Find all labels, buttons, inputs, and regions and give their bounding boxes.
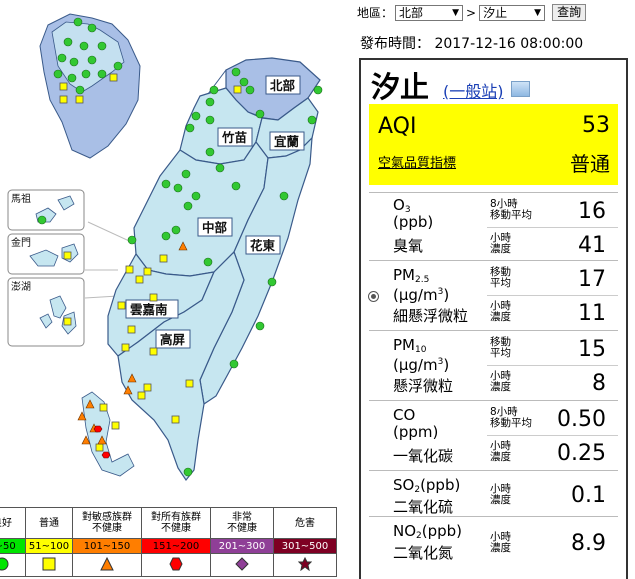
- hourly-label: 小時 濃度: [490, 300, 511, 323]
- pollutant-row-co: CO (ppm) 一氧化碳 8小時 移動平均 0.50 小時 濃度 0.25: [369, 400, 618, 471]
- svg-text:中部: 中部: [202, 220, 228, 235]
- pollutant-row-o3: O3 (ppb) 臭氧 8小時 移動平均 16 小時 濃度 41: [369, 192, 618, 261]
- avg-type-label: 8小時 移動平均: [490, 406, 532, 429]
- station-type: (一般站): [443, 78, 504, 102]
- pollutant-name: 二氧化硫: [393, 498, 454, 516]
- aqi-box: AQI 53 空氣品質指標 普通: [369, 104, 618, 185]
- publish-time: 發布時間： 2017-12-16 08:00:00: [360, 33, 583, 53]
- query-button[interactable]: 查詢: [552, 4, 587, 21]
- svg-text:金門: 金門: [11, 236, 31, 249]
- pollutant-row-pm10: PM10 (μg/m3) 懸浮微粒 移動 平均 15 小時 濃度 8: [369, 330, 618, 401]
- avg-type-label: 移動 平均: [490, 266, 511, 289]
- station-select-value: 汐止: [483, 5, 508, 20]
- legend-label-moderate: 普通: [25, 507, 73, 539]
- pollutant-avg-value: 15: [578, 337, 606, 362]
- aqi-legend: 良好 普通 對敏感族群 不健康 對所有族群 不健康 非常 不健康 危害 0~50…: [0, 507, 337, 577]
- selector-separator: >: [466, 5, 477, 20]
- station-name: 汐止: [371, 70, 430, 104]
- legend-star-icon: [273, 553, 337, 577]
- area-select-value: 北部: [399, 5, 424, 20]
- legend-triangle-icon: [72, 553, 142, 577]
- pollutant-hourly-value: 0.25: [557, 441, 606, 466]
- legend-range-very-unhealthy: 201~300: [210, 538, 274, 554]
- pollutant-hourly-value: 8.9: [571, 531, 606, 556]
- aqi-value: 53: [582, 113, 610, 138]
- svg-text:澎湖: 澎湖: [11, 281, 31, 293]
- pollutant-name: 懸浮微粒: [393, 377, 454, 395]
- aqi-label: AQI: [378, 114, 417, 139]
- pollutant-name: 一氧化碳: [393, 447, 454, 465]
- pollutant-formula: CO: [393, 406, 416, 424]
- photo-icon[interactable]: [511, 81, 530, 97]
- chevron-down-icon: ▼: [452, 7, 460, 18]
- aqi-status: 普通: [570, 152, 610, 176]
- pollutant-name: 細懸浮微粒: [393, 307, 469, 325]
- taiwan-aqi-map: 北部 竹苗 宜蘭 中部 花東 雲嘉南 高屏 馬祖 金門 澎湖: [7, 13, 323, 482]
- legend-hexagon-icon: [141, 553, 211, 577]
- area-select[interactable]: 北部 ▼: [395, 4, 464, 21]
- pollutant-row-no2: NO2(ppb) 二氧化氮 小時 濃度 8.9: [369, 516, 618, 567]
- station-type-link[interactable]: (一般站): [443, 82, 504, 101]
- hourly-label: 小時 濃度: [490, 483, 511, 506]
- pollutant-unit: (ppb): [393, 213, 434, 231]
- legend-square-icon: [25, 553, 73, 577]
- legend-label-good: 良好: [0, 507, 26, 539]
- legend-range-unhealthy: 151~200: [141, 538, 211, 554]
- hourly-label: 小時 濃度: [490, 370, 511, 393]
- legend-label-hazardous: 危害: [273, 507, 337, 539]
- hourly-label: 小時 濃度: [490, 440, 511, 463]
- svg-text:花東: 花東: [250, 238, 276, 253]
- legend-range-good: 0~50: [0, 538, 26, 554]
- svg-text:雲嘉南: 雲嘉南: [130, 302, 168, 317]
- legend-range-moderate: 51~100: [25, 538, 73, 554]
- pollutant-row-pm25: PM2.5 (μg/m3) 細懸浮微粒 移動 平均 17 小時 濃度 11: [369, 260, 618, 331]
- legend-range-hazardous: 301~500: [273, 538, 337, 554]
- legend-label-unhealthy: 對所有族群 不健康: [141, 507, 211, 539]
- pollutant-hourly-value: 41: [578, 233, 606, 258]
- svg-text:北部: 北部: [270, 78, 296, 93]
- pollutant-unit: (ppm): [393, 423, 439, 441]
- avg-type-label: 8小時 移動平均: [490, 198, 532, 221]
- pollutant-avg-value: 16: [578, 199, 606, 224]
- pollutant-avg-value: 17: [578, 267, 606, 292]
- chevron-down-icon: ▼: [534, 7, 542, 18]
- aqi-info-link[interactable]: 空氣品質指標: [378, 152, 456, 171]
- publish-time-value: 2017-12-16 08:00:00: [434, 36, 584, 52]
- pollutant-name: 臭氧: [393, 237, 424, 255]
- legend-circle-icon: [0, 553, 26, 577]
- hourly-label: 小時 濃度: [490, 531, 511, 554]
- pollutant-unit: (μg/m3): [393, 356, 450, 374]
- station-select[interactable]: 汐止 ▼: [479, 4, 546, 21]
- legend-diamond-icon: [210, 553, 274, 577]
- svg-text:宜蘭: 宜蘭: [274, 134, 300, 149]
- legend-label-very-unhealthy: 非常 不健康: [210, 507, 274, 539]
- pollutant-hourly-value: 11: [578, 301, 606, 326]
- pollutant-unit: (μg/m3): [393, 286, 450, 304]
- station-selector: 地區： 北部 ▼ > 汐止 ▼ 查詢: [357, 4, 587, 21]
- hourly-label: 小時 濃度: [490, 232, 511, 255]
- svg-text:竹苗: 竹苗: [221, 130, 248, 145]
- svg-text:高屏: 高屏: [160, 332, 186, 347]
- svg-text:馬祖: 馬祖: [11, 192, 31, 205]
- area-label: 地區：: [357, 6, 394, 20]
- pollutant-hourly-value: 8: [592, 371, 606, 396]
- station-panel: 汐止 (一般站) AQI 53 空氣品質指標 普通 O3 (ppb) 臭氧 8小…: [359, 58, 628, 579]
- pollutant-hourly-value: 0.1: [571, 483, 606, 508]
- publish-time-label: 發布時間：: [360, 36, 430, 52]
- avg-type-label: 移動 平均: [490, 336, 511, 359]
- pollutant-name: 二氧化氮: [393, 544, 454, 562]
- legend-range-usg: 101~150: [72, 538, 142, 554]
- pollutant-row-so2: SO2(ppb) 二氧化硫 小時 濃度 0.1: [369, 470, 618, 517]
- pollutant-avg-value: 0.50: [557, 407, 606, 432]
- legend-label-usg: 對敏感族群 不健康: [72, 507, 142, 539]
